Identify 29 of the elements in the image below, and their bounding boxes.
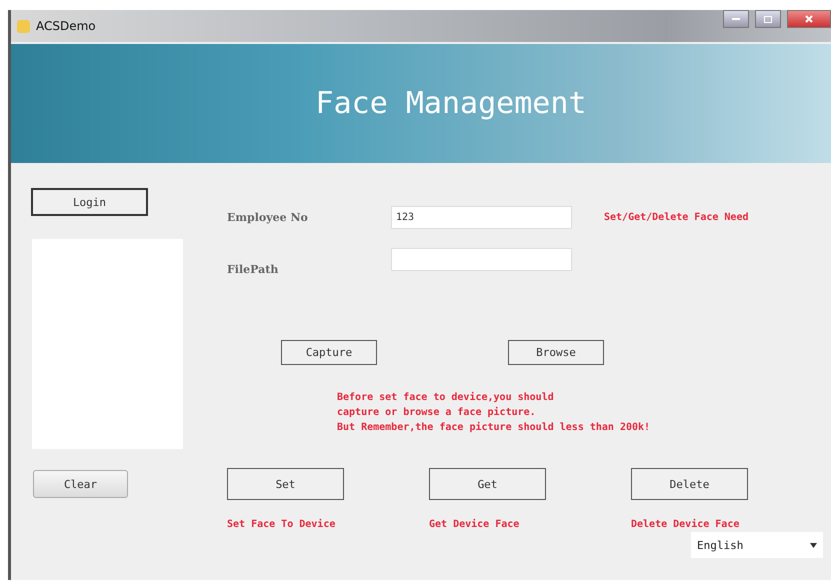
maximize-button[interactable] <box>755 10 781 28</box>
minimize-button[interactable] <box>723 10 749 28</box>
login-button[interactable]: Login <box>31 188 148 216</box>
action-button[interactable]: Delete <box>631 468 748 500</box>
window-title: ACSDemo <box>36 19 97 33</box>
clear-button[interactable]: Clear <box>33 470 128 498</box>
note-text: Before set face to device,you should <box>337 392 555 403</box>
caret-icon <box>810 542 817 548</box>
header-title: Face Management <box>316 86 586 121</box>
text-field[interactable] <box>391 248 572 271</box>
capture-button[interactable]: Capture <box>281 340 377 365</box>
note-text: capture or browse a face picture. <box>337 407 537 418</box>
action-caption: Get Device Face <box>429 519 520 530</box>
text-field[interactable]: 123 <box>391 206 572 229</box>
browse-button[interactable]: Browse <box>508 340 604 365</box>
close-icon <box>805 15 813 23</box>
language-dropdown[interactable]: English <box>691 532 823 558</box>
action-button[interactable]: Get <box>429 468 546 500</box>
action-button[interactable]: Set <box>227 468 344 500</box>
field-label: Employee No <box>227 211 309 224</box>
action-caption: Set Face To Device <box>227 519 336 530</box>
field-label: FilePath <box>227 263 280 276</box>
note-text: But Remember,the face picture should less than 200k! <box>337 422 652 433</box>
app-icon <box>17 20 30 32</box>
close-button[interactable] <box>787 10 831 28</box>
maximize-icon <box>764 16 772 22</box>
hint-text: Set/Get/Delete Face Need <box>604 212 748 223</box>
action-caption: Delete Device Face <box>631 519 740 530</box>
minimize-icon <box>732 18 740 20</box>
